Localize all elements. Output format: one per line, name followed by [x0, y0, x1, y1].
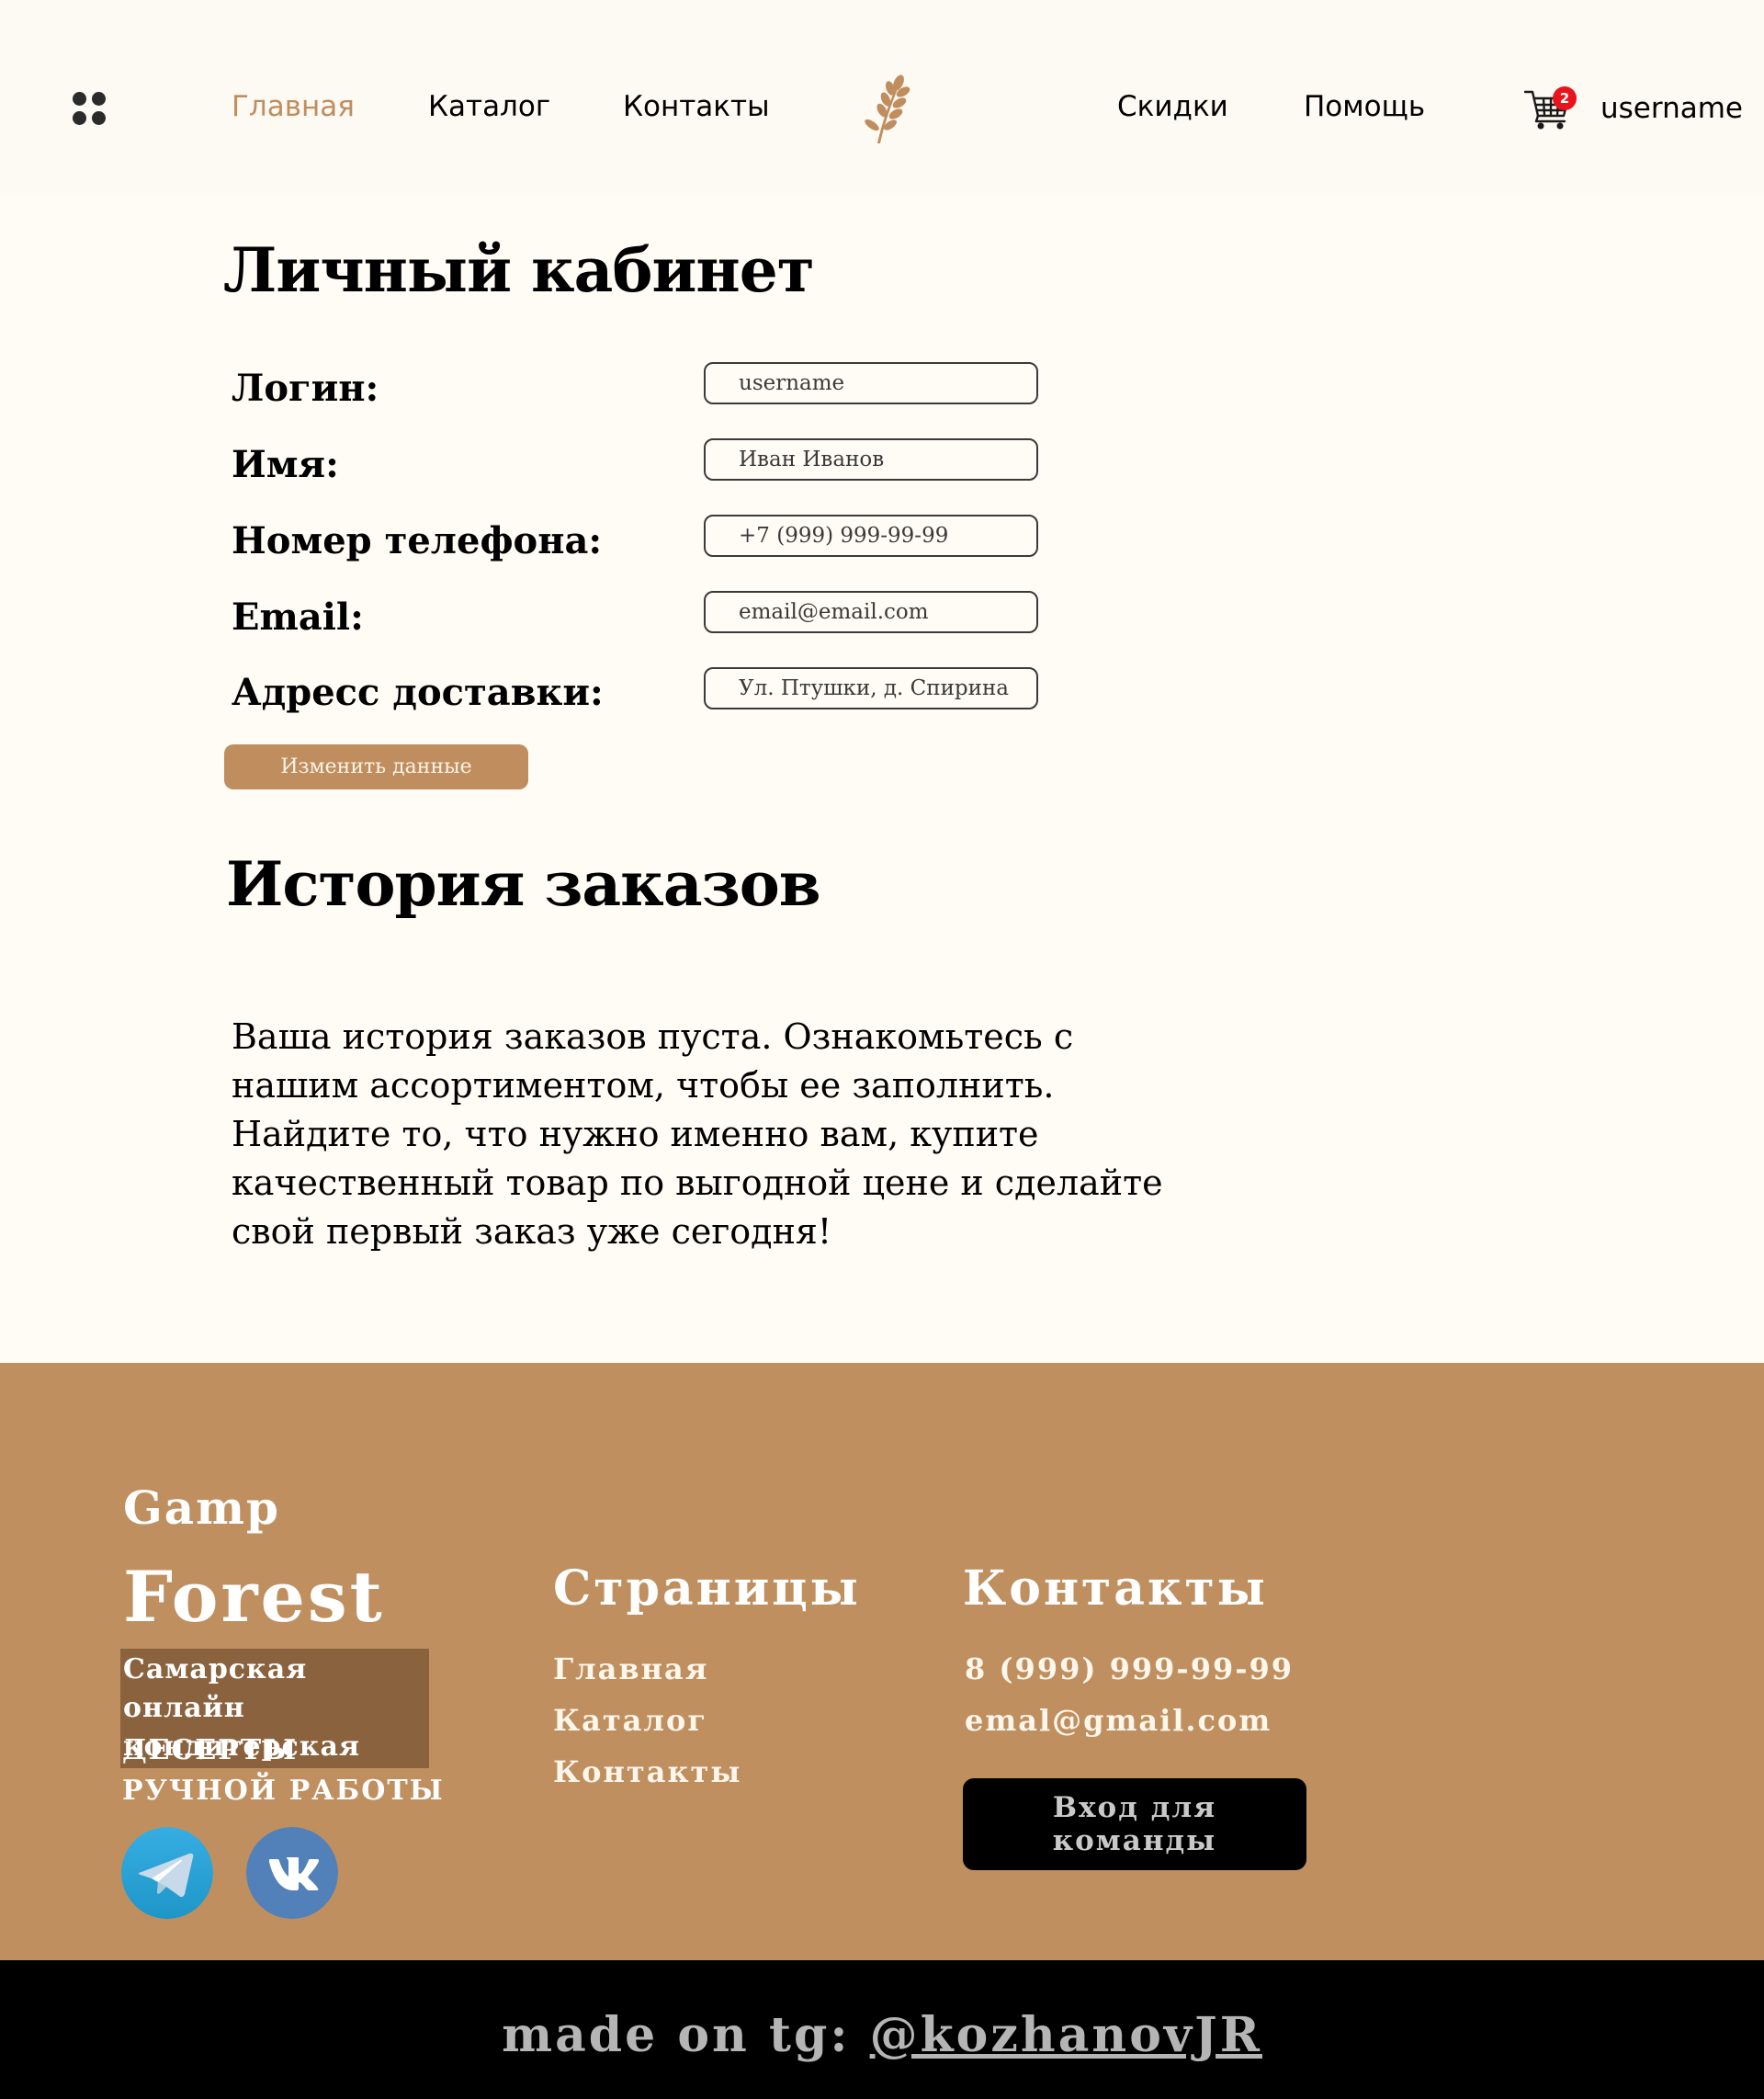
pages-heading: Страницы	[553, 1560, 861, 1617]
contacts-heading: Контакты	[963, 1560, 1268, 1617]
credit-bar: made on tg: @kozhanovJR	[0, 1960, 1764, 2099]
login-field[interactable]	[704, 362, 1038, 404]
site-header: Главная Каталог Контакты Скидки Помощь 2…	[0, 0, 1764, 197]
footer-link-home[interactable]: Главная	[553, 1650, 708, 1688]
email-field[interactable]	[704, 591, 1038, 633]
brand-name-top: Gamp	[123, 1481, 280, 1535]
profile-title: Личный кабинет	[223, 234, 815, 306]
name-field[interactable]	[704, 438, 1038, 481]
credit-handle-link[interactable]: @kozhanovJR	[870, 2007, 1262, 2063]
wheat-icon[interactable]	[859, 72, 910, 145]
footer-phone[interactable]: 8 (999) 999-99-99	[965, 1650, 1294, 1688]
footer-email[interactable]: emal@gmail.com	[965, 1701, 1272, 1740]
team-login-button[interactable]: Вход для команды	[963, 1778, 1306, 1870]
telegram-icon[interactable]	[121, 1827, 213, 1919]
footer-link-catalog[interactable]: Каталог	[553, 1701, 707, 1740]
login-label: Логин:	[232, 367, 379, 410]
footer-link-contacts[interactable]: Контакты	[553, 1753, 741, 1791]
edit-profile-button[interactable]: Изменить данные	[224, 744, 528, 789]
empty-history-message: Ваша история заказов пуста. Ознакомьтесь…	[232, 1016, 1163, 1252]
nav-link-home[interactable]: Главная	[232, 88, 355, 125]
brand-name-main: Forest	[123, 1556, 385, 1638]
credit-prefix: made on tg:	[502, 2007, 870, 2063]
email-label: Email:	[232, 596, 364, 639]
site-footer: Gamp Forest Самарская онлайн кондитерска…	[0, 1363, 1764, 1960]
cart-count-badge: 2	[1553, 86, 1577, 110]
brand-subtagline: ДЕСЕРТЫ РУЧНОЙ РАБОТЫ	[122, 1734, 445, 1807]
nav-link-help[interactable]: Помощь	[1304, 88, 1425, 125]
credit-text: made on tg: @kozhanovJR	[0, 2006, 1764, 2065]
history-title: История заказов	[226, 848, 821, 920]
phone-label: Номер телефона:	[232, 519, 603, 562]
vk-icon[interactable]	[246, 1827, 338, 1919]
address-label: Адресс доставки:	[232, 671, 604, 714]
nav-link-contacts[interactable]: Контакты	[623, 88, 770, 125]
nav-link-discounts[interactable]: Скидки	[1117, 88, 1228, 125]
nav-link-catalog[interactable]: Каталог	[428, 88, 550, 125]
address-field[interactable]	[704, 667, 1038, 709]
name-label: Имя:	[232, 443, 339, 486]
phone-field[interactable]	[704, 515, 1038, 557]
menu-grid-icon[interactable]	[73, 92, 107, 127]
user-account-link[interactable]: username	[1600, 90, 1743, 127]
